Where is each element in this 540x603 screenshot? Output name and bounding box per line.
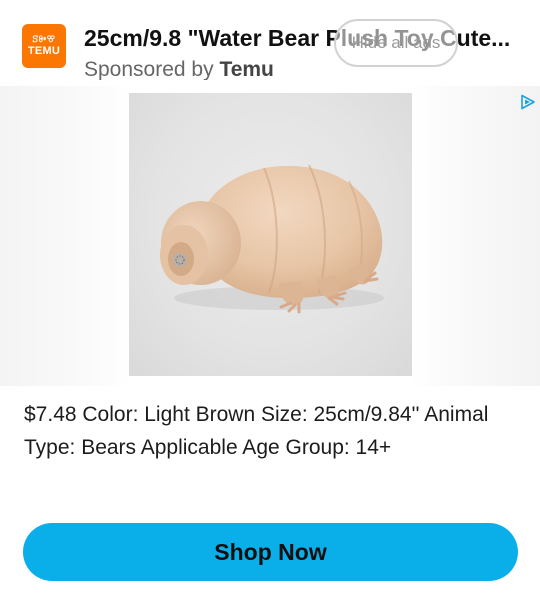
logo-wordmark: TEMU [27,45,61,57]
sponsor-name: Temu [219,58,274,80]
sponsored-line: Sponsored by Temu [84,58,534,80]
product-image[interactable] [129,93,412,376]
hide-all-ads-button[interactable]: Hide all ads [334,19,458,67]
ad-header: ꕶꔻꕢ TEMU 25cm/9.8 "Water Bear Plush Toy … [0,0,540,86]
sponsored-prefix: Sponsored by [84,58,220,80]
temu-logo[interactable]: ꕶꔻꕢ TEMU [22,24,66,68]
shop-now-button[interactable]: Shop Now [23,523,518,581]
logo-glyphs: ꕶꔻꕢ [32,34,56,44]
ad-title[interactable]: 25cm/9.8 "Water Bear Plush Toy Cute... [84,25,534,52]
ad-description: $7.48 Color: Light Brown Size: 25cm/9.84… [24,403,489,459]
adchoices-icon[interactable] [520,94,536,110]
water-bear-plush-illustration [160,164,384,314]
